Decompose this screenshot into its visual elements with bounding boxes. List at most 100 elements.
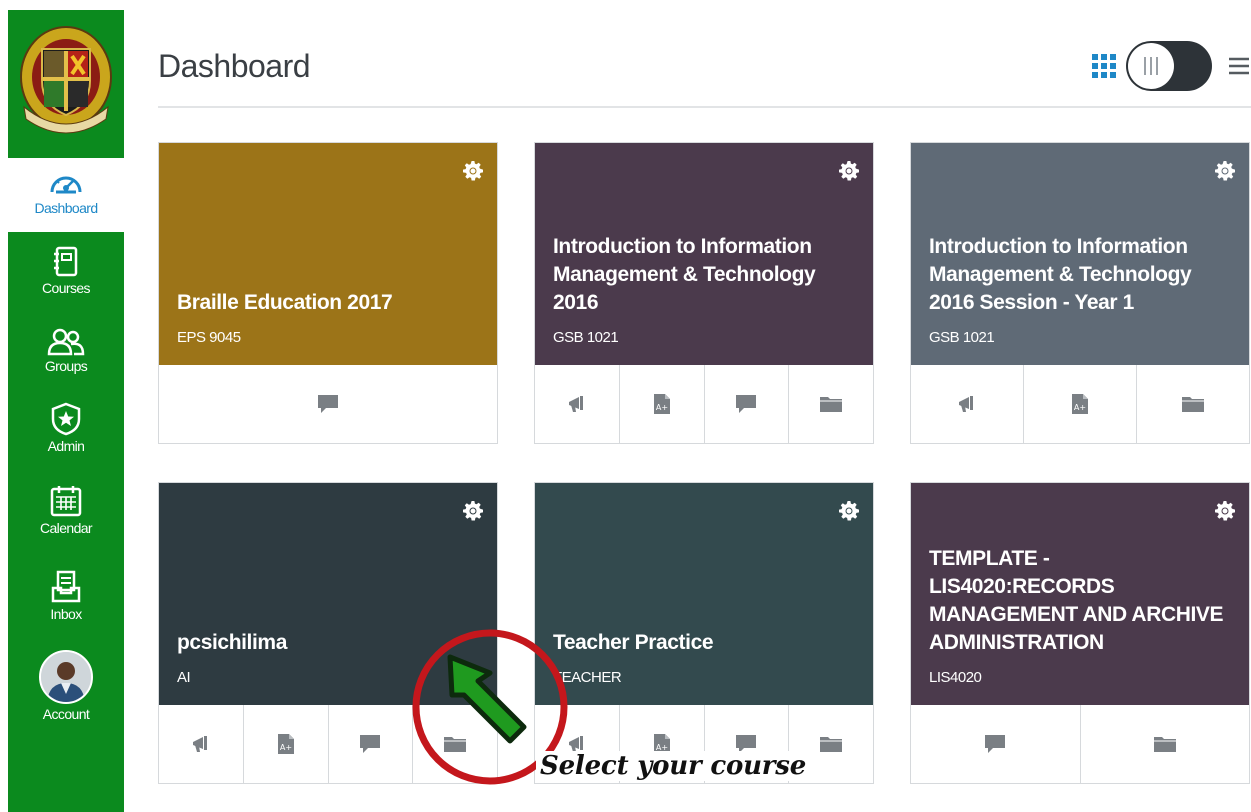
svg-text:A+: A+ [656,403,668,412]
discussions-icon [318,395,338,413]
card-action-announcements[interactable] [535,705,620,783]
card-action-files[interactable] [789,365,873,443]
course-code: AI [177,669,191,686]
card-action-discussions[interactable] [705,365,790,443]
global-nav-sidebar: Dashboard Courses Groups Admin Calendar … [8,10,124,812]
nav-item-dashboard[interactable]: Dashboard [8,158,124,232]
files-icon [1153,737,1176,752]
announcements-icon [568,736,583,752]
dashboard-view-toggle [1090,40,1250,92]
svg-text:A+: A+ [280,743,292,752]
course-card[interactable]: pcsichilima AI A+ [158,482,498,784]
discussions-icon [985,735,1006,753]
card-action-announcements[interactable] [159,705,244,783]
svg-text:A+: A+ [1074,403,1086,412]
card-options-gear-icon[interactable] [463,161,483,181]
course-card[interactable]: Teacher Practice TEACHER A+ [534,482,874,784]
university-logo[interactable] [8,10,124,145]
card-hero[interactable]: Introduction to Information Management &… [911,143,1249,365]
course-code: TEACHER [553,669,622,686]
card-action-announcements[interactable] [535,365,620,443]
card-action-files[interactable] [1081,705,1250,783]
files-icon [820,737,843,752]
card-action-discussions[interactable] [159,365,497,443]
card-action-assignments[interactable]: A+ [620,705,705,783]
nav-label-calendar: Calendar [39,520,93,536]
course-title[interactable]: pcsichilima [177,629,479,657]
card-hero[interactable]: Introduction to Information Management &… [535,143,873,365]
card-action-discussions[interactable] [911,705,1081,783]
card-action-bar: A+ [911,365,1249,443]
card-hero[interactable]: Teacher Practice TEACHER [535,483,873,705]
card-action-discussions[interactable] [329,705,414,783]
card-action-announcements[interactable] [911,365,1024,443]
course-title[interactable]: Introduction to Information Management &… [553,233,855,317]
announcements-icon [192,736,207,752]
course-card[interactable]: Introduction to Information Management &… [910,142,1250,444]
nav-item-courses[interactable]: Courses [8,246,124,316]
files-icon [1182,397,1204,412]
nav-item-account[interactable]: Account [8,650,124,734]
nav-item-admin[interactable]: Admin [8,402,124,474]
card-action-assignments[interactable]: A+ [244,705,329,783]
view-toggle-switch[interactable] [1126,41,1212,91]
nav-label-courses: Courses [42,280,91,296]
card-hero[interactable]: Braille Education 2017 EPS 9045 [159,143,497,365]
course-card[interactable]: Braille Education 2017 EPS 9045 [158,142,498,444]
account-avatar [39,650,93,704]
assignments-icon: A+ [1072,394,1088,414]
page-title: Dashboard [158,48,311,84]
course-code: GSB 1021 [553,329,619,346]
course-card[interactable]: TEMPLATE - LIS4020:RECORDS MANAGEMENT AN… [910,482,1250,784]
course-title[interactable]: Introduction to Information Management &… [929,233,1231,317]
card-action-bar [911,705,1249,783]
svg-text:A+: A+ [656,743,668,752]
card-action-files[interactable] [1137,365,1249,443]
announcements-icon [959,396,973,412]
card-action-assignments[interactable]: A+ [620,365,705,443]
announcements-icon [568,396,583,412]
nav-item-calendar[interactable]: Calendar [8,484,124,560]
nav-label-account: Account [42,706,90,722]
course-title[interactable]: Teacher Practice [553,629,855,657]
nav-label-inbox: Inbox [50,606,82,622]
course-card[interactable]: Introduction to Information Management &… [534,142,874,444]
card-action-files[interactable] [789,705,873,783]
courses-notebook-icon [54,246,78,277]
card-action-bar: A+ [535,365,873,443]
nav-item-groups[interactable]: Groups [8,328,124,394]
card-action-discussions[interactable] [705,705,790,783]
assignments-icon: A+ [277,734,294,754]
university-crest-icon [20,25,112,133]
discussions-icon [360,735,381,753]
files-icon [820,397,843,412]
card-action-bar [159,365,497,443]
grid-view-icon[interactable] [1092,54,1116,78]
header-divider [158,106,1251,108]
discussions-icon [736,395,757,413]
course-code: GSB 1021 [929,329,995,346]
card-options-gear-icon[interactable] [839,161,859,181]
card-options-gear-icon[interactable] [1215,501,1235,521]
card-options-gear-icon[interactable] [839,501,859,521]
nav-item-inbox[interactable]: Inbox [8,570,124,642]
list-view-icon[interactable] [1228,56,1250,76]
card-action-files[interactable] [413,705,497,783]
nav-label-admin: Admin [47,438,85,454]
assignments-icon: A+ [653,394,670,414]
course-code: LIS4020 [929,669,982,686]
card-hero[interactable]: TEMPLATE - LIS4020:RECORDS MANAGEMENT AN… [911,483,1249,705]
admin-shield-star-icon [51,402,81,436]
card-action-bar: A+ [535,705,873,783]
card-options-gear-icon[interactable] [1215,161,1235,181]
calendar-icon [50,486,82,517]
course-title[interactable]: TEMPLATE - LIS4020:RECORDS MANAGEMENT AN… [929,545,1231,657]
card-options-gear-icon[interactable] [463,501,483,521]
files-icon [444,737,467,752]
card-action-assignments[interactable]: A+ [1024,365,1137,443]
nav-label-groups: Groups [44,358,88,374]
course-title[interactable]: Braille Education 2017 [177,289,479,317]
card-hero[interactable]: pcsichilima AI [159,483,497,705]
inbox-tray-icon [51,570,81,603]
groups-people-icon [47,328,85,356]
